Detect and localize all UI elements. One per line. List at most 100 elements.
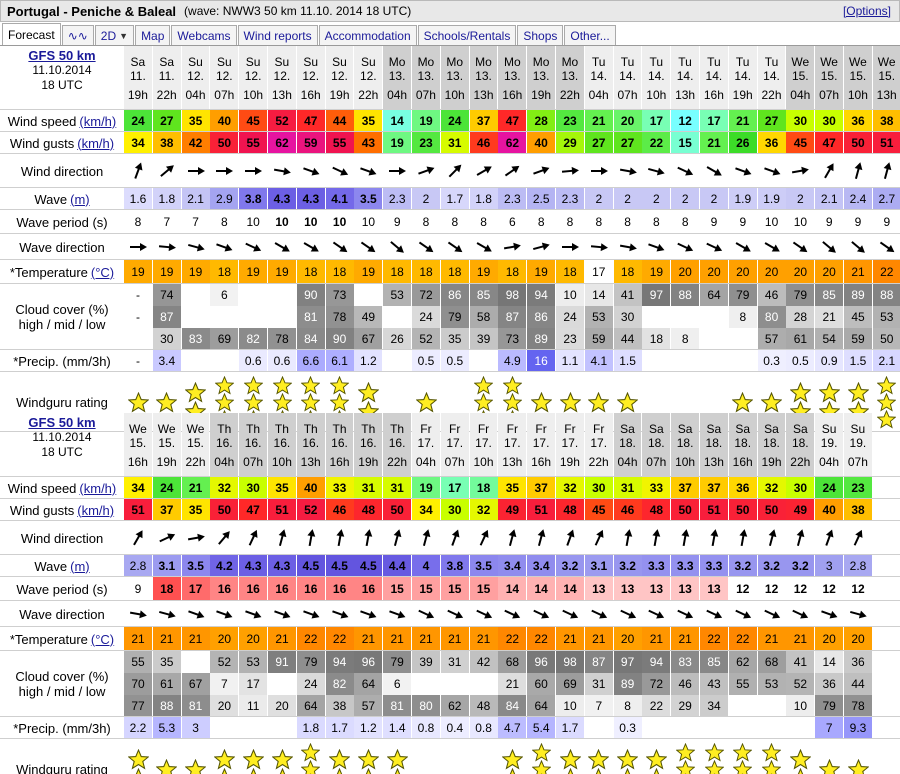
row-wave-period: Wave period (s) 8 7 7 8 10 10 10 10 10 9 8 8 8 6 8 8 8 8 8 8…	[0, 210, 900, 234]
tab-shops[interactable]: Shops	[517, 25, 564, 45]
wind-gusts-cell: 48	[556, 499, 584, 521]
tab-map[interactable]: Map	[135, 25, 171, 45]
unit-kmh-link[interactable]: (km/h)	[77, 503, 114, 518]
wave-height-cell: 1.7	[440, 188, 469, 210]
wave-direction-cell	[671, 601, 699, 627]
rating-star-icon	[761, 391, 783, 412]
temperature-cell: 21	[268, 627, 296, 651]
tab-other[interactable]: Other...	[564, 25, 616, 45]
tab-schools-rentals[interactable]: Schools/Rentals	[417, 25, 517, 45]
day-date: 19.	[849, 435, 867, 450]
wind-arrow-icon	[619, 167, 637, 176]
wave-direction-cell	[642, 601, 670, 627]
unit-celsius-link[interactable]: (°C)	[91, 265, 114, 280]
wave-period-cell: 8	[556, 210, 584, 234]
day-date: 11.	[130, 68, 146, 83]
temperature-cell: 19	[469, 260, 498, 284]
wind-direction-cell	[210, 154, 238, 188]
tab-2d[interactable]: 2D ▼	[94, 25, 135, 45]
unit-kmh-link[interactable]: (km/h)	[79, 481, 116, 496]
row-label-text: Wind gusts	[9, 502, 75, 518]
unit-m-link[interactable]: (m)	[70, 192, 90, 207]
time-column-header: Su 12. 22h	[354, 46, 383, 110]
tab-wave-graph[interactable]: ∿∿	[61, 25, 94, 45]
cloud-high-cell: 86	[440, 284, 469, 306]
row-label: Cloud cover (%) high / mid / low	[0, 284, 124, 350]
wave-direction-cell	[182, 601, 210, 627]
wind-gusts-cell: 27	[584, 132, 613, 154]
day-name: We	[877, 54, 896, 69]
cloud-high-cell: 14	[815, 651, 844, 673]
cloud-low-cell: 90	[325, 328, 354, 350]
wave-direction-cell	[758, 601, 786, 627]
wind-direction-cell	[383, 154, 411, 188]
row-header: GFS 50 km 11.10.2014 18 UTC We 15. 16h We 15. 19…	[0, 413, 900, 477]
time-column-header: Sa 18. 07h	[642, 413, 671, 477]
cloud-high-cell: 91	[268, 651, 296, 673]
unit-kmh-link[interactable]: (km/h)	[77, 136, 114, 151]
wave-arrow-icon	[245, 610, 262, 619]
wave-period-cell: 13	[700, 577, 728, 601]
wave-direction-cell	[239, 234, 267, 260]
temperature-cell: 18	[412, 260, 440, 284]
cloud-low-cell: 80	[412, 695, 440, 717]
wind-direction-cell	[585, 154, 613, 188]
unit-kmh-link[interactable]: (km/h)	[79, 114, 116, 129]
tab-accommodation[interactable]: Accommodation	[318, 25, 417, 45]
day-date: 13.	[388, 68, 406, 83]
tab-webcams[interactable]: Webcams	[171, 25, 237, 45]
row-label-text: Windguru rating	[16, 761, 108, 774]
tab-wind-reports[interactable]: Wind reports	[237, 25, 318, 45]
time-column-header: Mo 13. 19h	[527, 46, 555, 110]
row-label-text: Wave direction	[19, 239, 105, 255]
rating-star-icon	[704, 759, 724, 774]
wind-arrow-icon	[422, 529, 431, 546]
rating-star-icon	[653, 768, 660, 774]
wind-speed-cell: 47	[296, 110, 325, 132]
time-column-header: We 15. 22h	[181, 413, 210, 477]
cloud-high-cell: 94	[642, 651, 671, 673]
cloud-high-cell: 14	[584, 284, 613, 306]
chevron-down-icon: ▼	[119, 30, 129, 41]
model-name-link[interactable]: GFS 50 km	[28, 48, 95, 63]
wind-gusts-cell: 37	[152, 499, 181, 521]
day-name: Fr	[593, 421, 605, 436]
day-name: Su	[245, 54, 261, 69]
wave-direction-cell	[815, 234, 843, 260]
wind-arrow-icon	[768, 529, 776, 546]
tab-forecast[interactable]: Forecast	[2, 23, 61, 45]
wave-direction-cell	[412, 601, 440, 627]
wave-height-cell: 3	[815, 555, 844, 577]
wave-direction-cell	[239, 601, 267, 627]
wind-gusts-cell: 43	[354, 132, 383, 154]
wind-gusts-cell: 26	[728, 132, 757, 154]
windguru-rating-cell	[642, 739, 670, 774]
cloud-high-cell: 94	[527, 284, 556, 306]
day-name: We	[157, 421, 176, 436]
rating-star-icon	[185, 382, 207, 403]
day-name: We	[849, 54, 867, 69]
cloud-high-cell: 46	[757, 284, 786, 306]
precip-cell: 3	[181, 717, 210, 739]
wind-direction-cell	[642, 521, 670, 555]
unit-m-link[interactable]: (m)	[70, 559, 90, 574]
row-label: Windguru rating	[0, 739, 124, 774]
cloud-high-cell: 88	[671, 284, 700, 306]
unit-celsius-link[interactable]: (°C)	[91, 632, 114, 647]
hour: 04h	[790, 87, 811, 102]
options-link[interactable]: [Options]	[843, 4, 891, 18]
hour: 19h	[559, 454, 580, 469]
day-name: Th	[332, 421, 347, 436]
wind-arrow-icon	[133, 530, 143, 546]
wind-speed-cell: 34	[124, 477, 152, 499]
time-column-header: Th 16. 13h	[296, 413, 325, 477]
row-label: Wind direction	[0, 154, 124, 188]
time-column-header: We 15. 16h	[124, 413, 152, 477]
wind-speed-cell: 32	[556, 477, 584, 499]
wave-arrow-icon	[677, 609, 694, 619]
wind-speed-cell: 32	[757, 477, 786, 499]
model-name-link[interactable]: GFS 50 km	[28, 415, 95, 430]
row-label-text: *Temperature	[9, 264, 88, 280]
precip-cell: 1.5	[613, 350, 642, 372]
wave-height-cell: 2.1	[815, 188, 844, 210]
